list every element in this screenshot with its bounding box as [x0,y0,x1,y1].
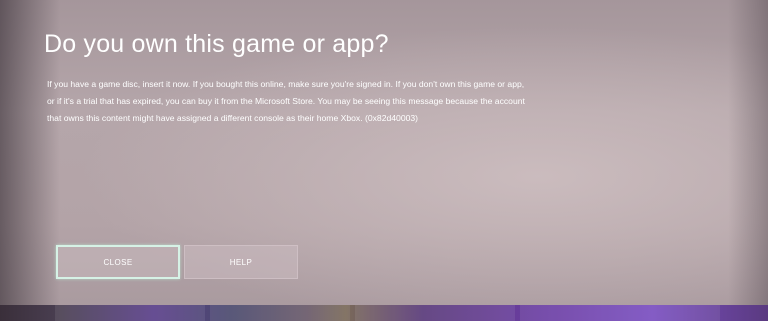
help-button[interactable]: HELP [184,245,298,279]
dialog-message-line-3: that owns this content might have assign… [47,113,419,123]
dialog-message-line-2: or if it's a trial that has expired, you… [47,96,525,106]
dialog-title: Do you own this game or app? [44,30,389,58]
background-tile [355,305,515,321]
background-dashboard-tiles [0,305,768,321]
dialog-message: If you have a game disc, insert it now. … [47,76,647,127]
xbox-screen: Do you own this game or app? If you have… [0,0,768,321]
close-button-label: CLOSE [103,257,133,267]
dialog-message-line-1: If you have a game disc, insert it now. … [47,79,525,89]
help-button-label: HELP [229,257,253,267]
background-tile [55,305,205,321]
error-dialog: Do you own this game or app? If you have… [0,0,768,305]
close-button[interactable]: CLOSE [56,245,180,279]
background-tile [210,305,350,321]
background-tile [520,305,720,321]
